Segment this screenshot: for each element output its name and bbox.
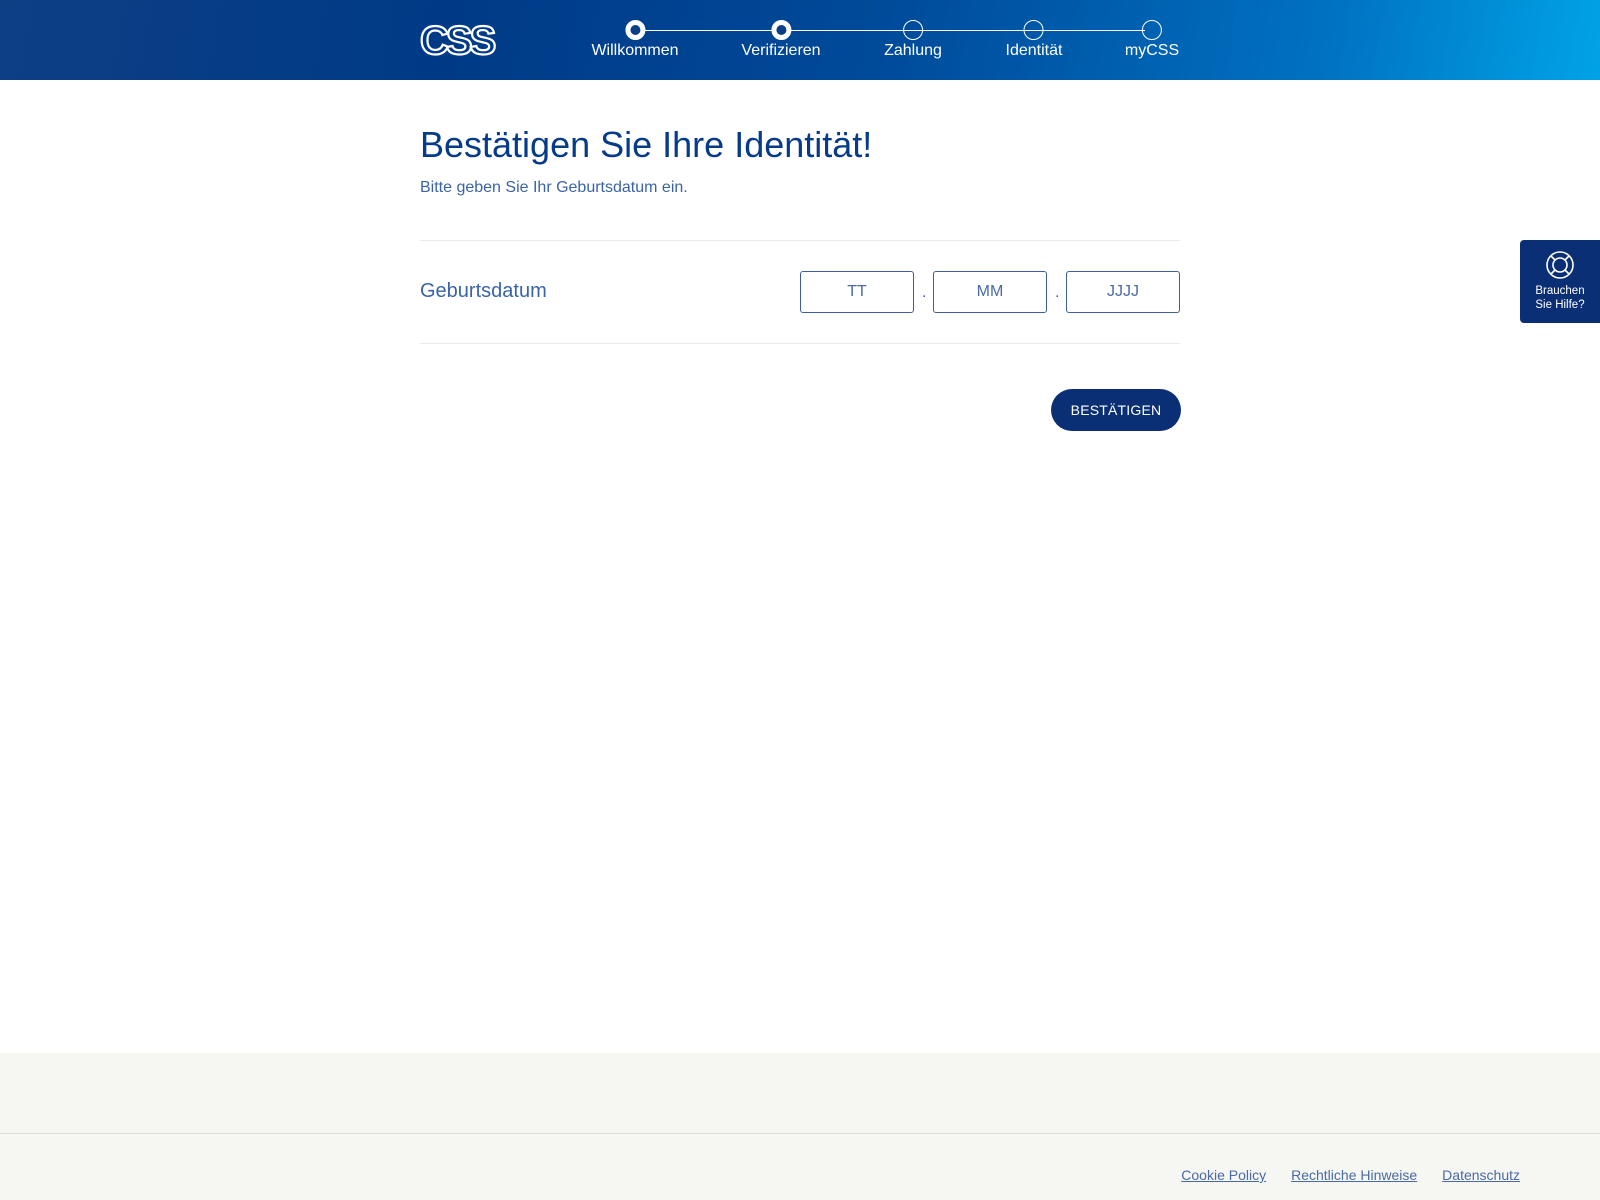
day-input[interactable] <box>800 271 914 313</box>
step-label: Identität <box>1005 42 1063 59</box>
step-label: Zahlung <box>884 42 942 59</box>
divider-top <box>420 240 1180 241</box>
help-label: Brauchen Sie Hilfe? <box>1535 285 1585 311</box>
step-pending-icon <box>1141 20 1162 40</box>
step-willkommen: Willkommen <box>591 20 679 60</box>
css-logo[interactable]: CSS <box>420 22 498 58</box>
step-zahlung: Zahlung <box>884 20 942 60</box>
divider-bottom <box>420 343 1180 344</box>
lifebuoy-icon <box>1546 251 1574 279</box>
step-complete-icon <box>625 20 645 40</box>
step-verifizieren: Verifizieren <box>741 20 821 60</box>
date-separator: . <box>1055 284 1060 301</box>
step-label: Verifizieren <box>741 42 821 59</box>
footer-links: Cookie Policy Rechtliche Hinweise Datens… <box>1181 1167 1520 1183</box>
cookie-policy-link[interactable]: Cookie Policy <box>1181 1167 1266 1183</box>
confirm-button[interactable]: BESTÄTIGEN <box>1051 389 1181 431</box>
birthdate-label: Geburtsdatum <box>420 280 547 302</box>
step-mycss: myCSS <box>1125 20 1179 60</box>
date-separator: . <box>922 284 927 301</box>
page-subtitle: Bitte geben Sie Ihr Geburtsdatum ein. <box>420 179 688 196</box>
step-label: Willkommen <box>591 42 679 59</box>
footer: Cookie Policy Rechtliche Hinweise Datens… <box>0 1053 1600 1200</box>
year-input[interactable] <box>1066 271 1180 313</box>
step-complete-icon <box>771 20 791 40</box>
page-title: Bestätigen Sie Ihre Identität! <box>420 124 873 165</box>
step-pending-icon <box>902 20 923 40</box>
month-input[interactable] <box>933 271 1047 313</box>
header: CSS Willkommen Verifizieren Zahlung Iden… <box>0 0 1600 80</box>
help-button[interactable]: Brauchen Sie Hilfe? <box>1520 240 1600 323</box>
step-pending-icon <box>1024 20 1044 40</box>
privacy-link[interactable]: Datenschutz <box>1442 1167 1520 1183</box>
step-identitaet: Identität <box>1005 20 1063 60</box>
legal-notice-link[interactable]: Rechtliche Hinweise <box>1291 1167 1417 1183</box>
svg-text:CSS: CSS <box>420 22 496 58</box>
footer-divider <box>0 1133 1600 1134</box>
step-label: myCSS <box>1124 42 1180 59</box>
progress-stepper: Willkommen Verifizieren Zahlung Identitä… <box>585 20 1185 70</box>
